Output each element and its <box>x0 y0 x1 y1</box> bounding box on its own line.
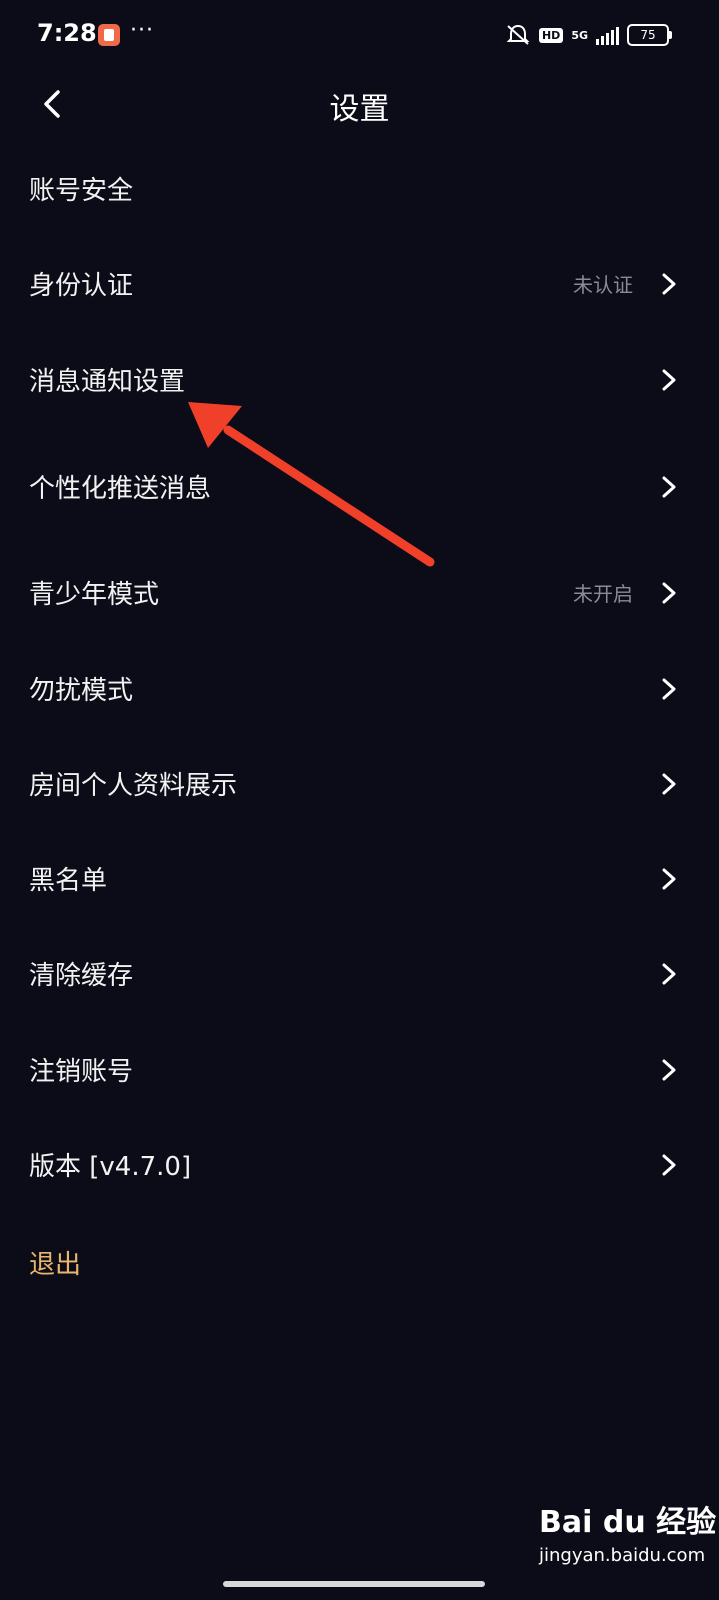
hd-icon: HD <box>538 27 564 43</box>
muted-bell-icon <box>506 24 530 45</box>
status-indicators: HD 5G 75 <box>505 22 672 48</box>
chevron-right-icon <box>662 582 676 604</box>
menu-item-delete-account[interactable]: 注销账号 <box>0 1025 719 1117</box>
app-notification-icon <box>98 24 120 46</box>
chevron-right-icon <box>662 1154 676 1176</box>
baidu-jingyan-watermark: Bai du 经验 jingyan.baidu.com <box>539 1497 716 1577</box>
chevron-right-icon <box>662 1059 676 1081</box>
more-notifications-icon: ··· <box>130 18 154 43</box>
menu-item-status: 未认证 <box>573 273 633 297</box>
header: 设置 <box>0 70 719 140</box>
chevron-right-icon <box>662 273 676 295</box>
status-time: 7:28 <box>37 19 97 47</box>
menu-item-label: 青少年模式 <box>29 580 160 610</box>
status-bar: 7:28 ··· HD 5G 75 <box>0 0 719 70</box>
logout-button[interactable]: 退出 <box>29 1244 81 1281</box>
menu-item-blacklist[interactable]: 黑名单 <box>0 834 719 926</box>
battery-icon: 75 <box>627 24 672 46</box>
battery-level: 75 <box>640 28 656 42</box>
page-title: 设置 <box>329 92 390 127</box>
menu-item-label: 消息通知设置 <box>29 367 186 397</box>
signal-icon <box>596 25 619 45</box>
watermark-url: jingyan.baidu.com <box>539 1545 706 1566</box>
menu-item-label: 注销账号 <box>29 1057 134 1087</box>
menu-item-account-security[interactable]: 账号安全 <box>0 144 719 236</box>
chevron-right-icon <box>662 868 676 890</box>
chevron-right-icon <box>662 773 676 795</box>
menu-item-teen-mode[interactable]: 青少年模式 未开启 <box>0 548 719 640</box>
chevron-right-icon <box>662 476 676 498</box>
menu-item-label: 身份认证 <box>29 271 134 301</box>
menu-item-label: 勿扰模式 <box>29 676 134 706</box>
chevron-right-icon <box>662 369 676 391</box>
menu-item-label: 个性化推送消息 <box>29 474 212 504</box>
chevron-right-icon <box>662 963 676 985</box>
menu-item-identity-verification[interactable]: 身份认证 未认证 <box>0 239 719 331</box>
menu-item-label: 账号安全 <box>29 176 134 206</box>
home-indicator[interactable] <box>223 1581 485 1587</box>
menu-item-label: 黑名单 <box>29 866 108 896</box>
menu-item-status: 未开启 <box>573 582 633 606</box>
network-type: 5G <box>571 28 588 42</box>
menu-item-version[interactable]: 版本 [v4.7.0] <box>0 1120 719 1212</box>
menu-item-personalized-push[interactable]: 个性化推送消息 <box>0 442 719 534</box>
menu-item-room-profile-display[interactable]: 房间个人资料展示 <box>0 739 719 831</box>
menu-item-notification-settings[interactable]: 消息通知设置 <box>0 335 719 427</box>
chevron-right-icon <box>662 678 676 700</box>
watermark-logo-text: Bai du 经验 <box>539 1505 717 1540</box>
menu-item-label: 清除缓存 <box>29 961 134 991</box>
menu-item-label: 版本 [v4.7.0] <box>29 1152 192 1182</box>
menu-item-label: 房间个人资料展示 <box>29 771 238 801</box>
menu-item-clear-cache[interactable]: 清除缓存 <box>0 929 719 1021</box>
menu-item-do-not-disturb[interactable]: 勿扰模式 <box>0 644 719 736</box>
